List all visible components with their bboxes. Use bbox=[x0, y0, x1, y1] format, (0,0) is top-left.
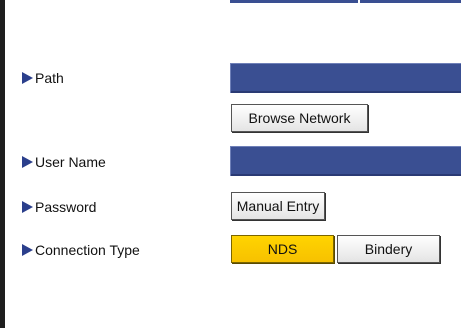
password-label: Password bbox=[35, 199, 97, 215]
top-tab-strip bbox=[230, 0, 461, 3]
connection-type-arrow-icon bbox=[22, 244, 33, 256]
user-name-label: User Name bbox=[35, 154, 106, 170]
path-arrow-icon bbox=[22, 72, 33, 84]
bindery-option-button[interactable]: Bindery bbox=[337, 235, 440, 263]
top-tab-divider bbox=[358, 0, 360, 3]
connection-type-label: Connection Type bbox=[35, 242, 140, 258]
path-label: Path bbox=[35, 70, 64, 86]
user-name-field[interactable] bbox=[230, 146, 461, 176]
connection-type-row-label: Connection Type bbox=[22, 240, 140, 260]
smb-destination-form: Path Browse Network User Name Password M… bbox=[0, 0, 461, 328]
browse-network-button[interactable]: Browse Network bbox=[231, 104, 368, 132]
left-edge-bar bbox=[0, 0, 5, 328]
password-row-label: Password bbox=[22, 197, 96, 217]
path-row-label: Path bbox=[22, 68, 64, 88]
nds-option-button[interactable]: NDS bbox=[231, 235, 334, 263]
user-name-row-label: User Name bbox=[22, 152, 106, 172]
path-field[interactable] bbox=[230, 63, 461, 93]
password-arrow-icon bbox=[22, 201, 33, 213]
user-name-arrow-icon bbox=[22, 156, 33, 168]
manual-entry-button[interactable]: Manual Entry bbox=[231, 192, 325, 220]
